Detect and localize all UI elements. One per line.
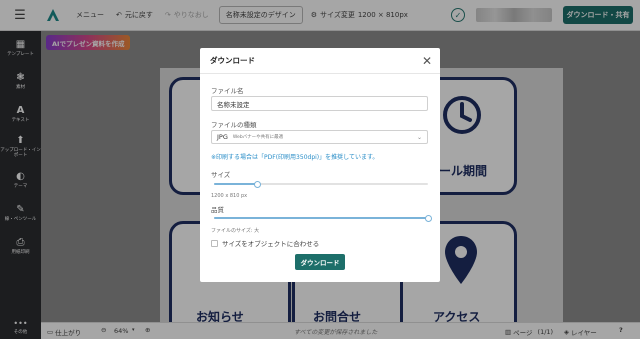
download-button[interactable]: ダウンロード — [295, 254, 345, 270]
print-recommendation-note: ※印刷する場合は「PDF(印刷用350dpi)」を推奨しています。 — [211, 154, 379, 161]
quality-slider[interactable] — [214, 215, 432, 222]
chevron-down-icon: ⌄ — [416, 134, 422, 141]
quality-label: 品質 — [211, 206, 224, 214]
filetype-label: ファイルの種類 — [211, 121, 257, 129]
filesize-label: ファイルのサイズ: 大 — [211, 228, 260, 234]
filetype-select[interactable]: JPG Webバナーや共有に最適 ⌄ — [211, 130, 428, 144]
filename-label: ファイル名 — [211, 87, 244, 95]
filetype-value: JPG — [217, 133, 228, 141]
size-slider-fill — [214, 183, 257, 185]
size-slider[interactable] — [214, 181, 428, 188]
size-readout: 1200 x 810 px — [211, 193, 248, 199]
size-slider-thumb[interactable] — [253, 181, 261, 188]
filename-input[interactable]: 名称未設定 — [211, 96, 428, 111]
dialog-title: ダウンロード — [200, 48, 440, 74]
size-label: サイズ — [211, 171, 231, 179]
download-dialog: ダウンロード ✕ ファイル名 名称未設定 ファイルの種類 JPG Webバナーや… — [200, 48, 440, 282]
filetype-sub: Webバナーや共有に最適 — [232, 135, 284, 140]
close-icon[interactable]: ✕ — [422, 55, 432, 67]
fit-object-checkbox[interactable]: サイズをオブジェクトに合わせる — [211, 238, 319, 248]
checkbox-box[interactable] — [211, 239, 218, 247]
quality-slider-fill — [214, 217, 428, 219]
quality-slider-thumb[interactable] — [425, 215, 432, 222]
